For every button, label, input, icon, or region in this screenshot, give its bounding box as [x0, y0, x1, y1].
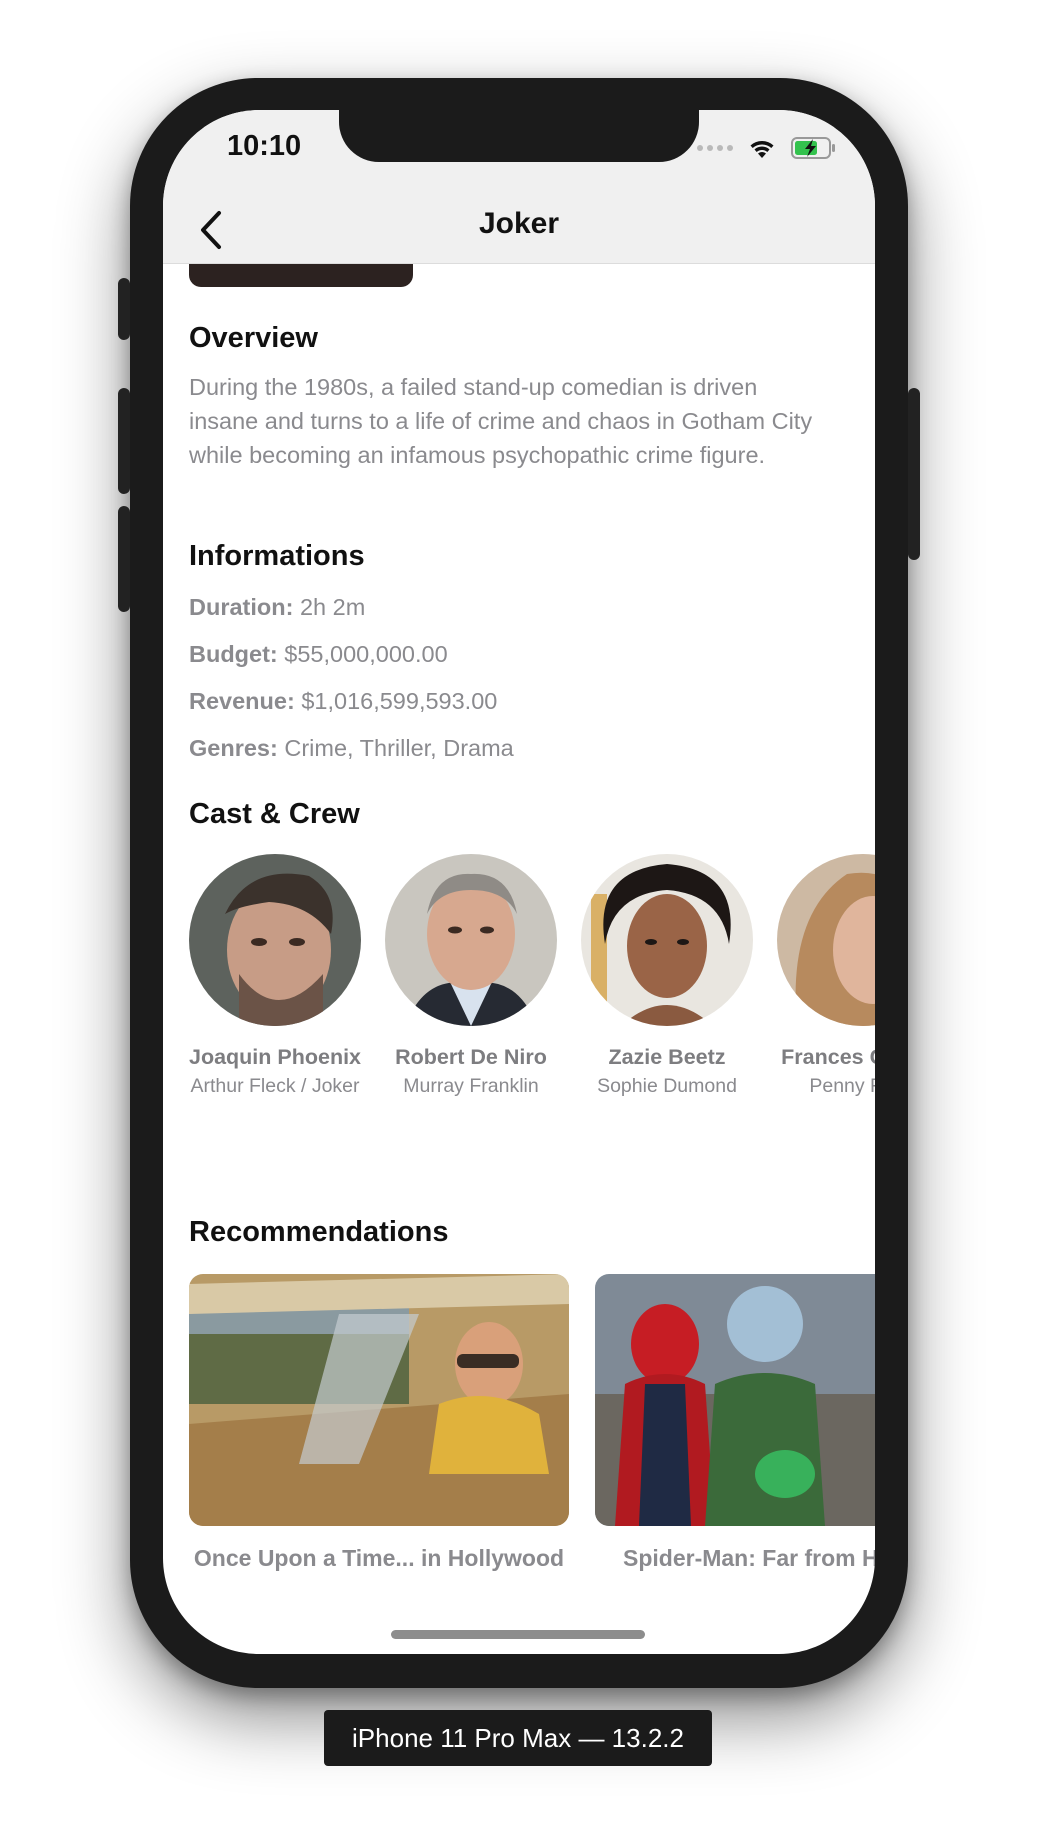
volume-down-button [118, 506, 130, 612]
status-time: 10:10 [227, 130, 302, 162]
info-genres: Genres: Crime, Thriller, Drama [189, 735, 514, 762]
recommendation-card[interactable]: Once Upon a Time... in Hollywood [189, 1274, 569, 1573]
info-budget: Budget: $55,000,000.00 [189, 641, 448, 668]
recommendation-title: Spider-Man: Far from Home [623, 1545, 875, 1571]
recommendation-poster [595, 1274, 875, 1526]
recommendation-poster [189, 1274, 569, 1526]
info-label: Genres: [189, 735, 278, 761]
info-value: $55,000,000.00 [284, 641, 448, 667]
cast-avatar [581, 854, 753, 1026]
cast-member-card[interactable]: Robert De Niro Murray Franklin [376, 854, 566, 1098]
info-revenue: Revenue: $1,016,599,593.00 [189, 688, 497, 715]
page-title: Joker [478, 207, 560, 240]
home-indicator[interactable] [391, 1630, 645, 1639]
cast-member-card[interactable]: Frances Conroy Penny Fleck [768, 854, 875, 1098]
mute-switch [118, 278, 130, 340]
phone-screen: 10:10 Joker Overview During the 1980s, a… [163, 110, 875, 1654]
cast-avatar [385, 854, 557, 1026]
overview-text: During the 1980s, a failed stand-up come… [189, 374, 813, 468]
info-value: Crime, Thriller, Drama [284, 735, 514, 761]
cast-name: Robert De Niro [395, 1045, 547, 1069]
cast-member-card[interactable]: Zazie Beetz Sophie Dumond [572, 854, 762, 1098]
notch [339, 110, 699, 162]
device-label: iPhone 11 Pro Max — 13.2.2 [324, 1710, 712, 1766]
info-value: 2h 2m [299, 594, 366, 620]
info-duration: Duration: 2h 2m [189, 594, 365, 621]
overview-heading: Overview [189, 322, 318, 354]
volume-up-button [118, 388, 130, 494]
cast-avatar [189, 854, 361, 1026]
cast-role: Murray Franklin [403, 1075, 539, 1097]
info-label: Duration: [189, 594, 294, 620]
informations-heading: Informations [189, 540, 365, 572]
cast-avatar [777, 854, 875, 1026]
info-value: $1,016,599,593.00 [301, 688, 498, 714]
cast-member-card[interactable]: Joaquin Phoenix Arthur Fleck / Joker [180, 854, 370, 1098]
cast-role: Penny Fleck [809, 1075, 875, 1097]
status-icons [697, 136, 837, 160]
movie-poster [189, 263, 413, 287]
battery-charging-icon [791, 137, 835, 159]
cast-name: Frances Conroy [781, 1045, 875, 1069]
cast-role: Arthur Fleck / Joker [190, 1075, 360, 1097]
cast-name: Zazie Beetz [608, 1045, 726, 1069]
wifi-icon [750, 141, 774, 158]
recommendation-title: Once Upon a Time... in Hollywood [193, 1545, 565, 1571]
power-button [908, 388, 920, 560]
info-label: Revenue: [189, 688, 295, 714]
cellular-signal-icon [697, 145, 733, 151]
info-label: Budget: [189, 641, 278, 667]
recommendations-heading: Recommendations [189, 1216, 449, 1248]
cast-role: Sophie Dumond [597, 1075, 737, 1097]
cast-heading: Cast & Crew [189, 798, 360, 830]
cast-name: Joaquin Phoenix [188, 1045, 362, 1069]
recommendation-card[interactable]: Spider-Man: Far from Home [595, 1274, 875, 1573]
